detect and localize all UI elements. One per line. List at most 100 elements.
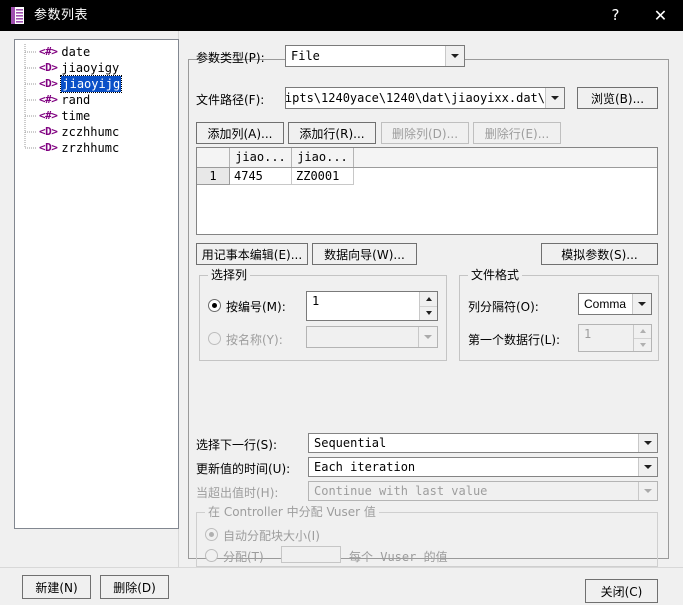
delimiter-value: Comma — [584, 297, 627, 311]
parameter-list-icon — [11, 7, 24, 24]
help-button[interactable]: ? — [593, 0, 638, 31]
footer-divider — [0, 567, 683, 568]
file-param-icon: <D> — [39, 77, 58, 90]
close-button[interactable]: 关闭(C) — [585, 579, 658, 603]
auto-block-size-radio — [205, 528, 218, 541]
add-row-button[interactable]: 添加行(R)... — [288, 122, 376, 144]
column-number-value[interactable]: 1 — [307, 292, 419, 320]
tree-connector-icon — [24, 140, 36, 149]
by-name-label: 按名称(Y): — [226, 333, 283, 347]
data-wizard-button[interactable]: 数据向导(W)... — [312, 243, 417, 265]
next-row-value: Sequential — [314, 436, 387, 450]
grid-column-header[interactable]: jiao... — [230, 148, 292, 167]
select-column-group-title: 选择列 — [208, 268, 251, 282]
stepper-up-icon — [634, 325, 651, 339]
window-title: 参数列表 — [34, 8, 89, 23]
numeric-param-icon: <#> — [39, 93, 58, 106]
by-number-label: 按编号(M): — [226, 300, 286, 314]
column-name-combo — [306, 326, 438, 348]
tree-item-label: jiaoyijg — [60, 75, 123, 93]
table-row[interactable]: 1 4745 ZZ0001 — [197, 168, 657, 185]
client-area: <#> date <D> jiaoyigy <D> jiaoyijg <#> rand <#> t… — [0, 31, 683, 605]
tree-item-label: time — [61, 109, 91, 123]
tree-item-label: jiaoyigy — [61, 61, 120, 75]
tree-item-zczhhumc[interactable]: <D> zczhhumc — [21, 124, 178, 140]
tree-item-label: zczhhumc — [61, 125, 120, 139]
delete-button[interactable]: 删除(D) — [100, 575, 169, 599]
row-number[interactable]: 1 — [197, 168, 230, 185]
chevron-down-icon[interactable] — [445, 46, 464, 66]
file-param-icon: <D> — [39, 141, 58, 154]
tree-connector-icon — [24, 60, 36, 76]
delimiter-label: 列分隔符(O): — [468, 300, 539, 314]
first-data-row-stepper: 1 — [578, 324, 652, 352]
file-path-combo[interactable]: \Gen\Scripts\1240yace\1240\dat\jiaoyixx.… — [285, 87, 565, 109]
chevron-down-icon[interactable] — [545, 88, 564, 108]
close-icon[interactable]: ✕ — [638, 0, 683, 31]
tree-connector-icon — [24, 108, 36, 124]
column-number-stepper[interactable]: 1 — [306, 291, 438, 321]
next-row-label: 选择下一行(S): — [196, 438, 278, 452]
file-format-group-title: 文件格式 — [468, 268, 523, 282]
chevron-down-icon[interactable] — [638, 434, 657, 452]
stepper-up-icon[interactable] — [420, 292, 437, 307]
tree-item-zrzhhumc[interactable]: <D> zrzhhumc — [21, 140, 178, 156]
chevron-down-icon[interactable] — [638, 458, 657, 476]
first-data-row-value: 1 — [584, 327, 592, 341]
file-param-icon: <D> — [39, 125, 58, 138]
tree-item-date[interactable]: <#> date — [21, 44, 178, 60]
controller-allocation-group: 在 Controller 中分配 Vuser 值 自动分配块大小(I) 分配(T… — [196, 505, 658, 567]
tree-item-label: date — [61, 45, 91, 59]
chevron-down-icon — [418, 327, 437, 347]
file-format-group: 文件格式 列分隔符(O): Comma 第一个数据行(L): 1 — [459, 268, 659, 361]
numeric-param-icon: <#> — [39, 109, 58, 122]
delete-column-button: 删除列(D)... — [381, 122, 469, 144]
delimiter-combo[interactable]: Comma — [578, 293, 652, 315]
update-value-value: Each iteration — [314, 460, 416, 474]
update-value-label: 更新值的时间(U): — [196, 462, 291, 476]
stepper-down-icon[interactable] — [420, 306, 437, 320]
param-type-label: 参数类型(P): — [196, 51, 265, 65]
file-path-value: \Gen\Scripts\1240yace\1240\dat\jiaoyixx.… — [286, 91, 545, 105]
new-button[interactable]: 新建(N) — [22, 575, 91, 599]
allocate-label: 分配(T) — [223, 550, 264, 564]
browse-button[interactable]: 浏览(B)... — [577, 87, 658, 109]
tree-item-jiaoyigy[interactable]: <D> jiaoyigy — [21, 60, 178, 76]
by-name-radio — [208, 332, 221, 345]
edit-with-notepad-button[interactable]: 用记事本编辑(E)... — [196, 243, 308, 265]
allocate-suffix-label: 每个 Vuser 的值 — [349, 550, 448, 564]
add-column-button[interactable]: 添加列(A)... — [196, 122, 284, 144]
when-out-of-values-combo: Continue with last value — [308, 481, 658, 501]
param-type-value: File — [291, 49, 320, 63]
tree-connector-icon — [24, 124, 36, 140]
parameter-data-grid[interactable]: jiao... jiao... 1 4745 ZZ0001 — [196, 147, 658, 235]
row-filler — [354, 168, 657, 185]
delete-row-button: 删除行(E)... — [473, 122, 561, 144]
when-out-of-values-label: 当超出值时(H): — [196, 486, 279, 500]
controller-allocation-group-title: 在 Controller 中分配 Vuser 值 — [205, 505, 379, 519]
chevron-down-icon[interactable] — [632, 294, 651, 314]
tree-item-time[interactable]: <#> time — [21, 108, 178, 124]
simulate-parameter-button[interactable]: 模拟参数(S)... — [541, 243, 658, 265]
update-value-combo[interactable]: Each iteration — [308, 457, 658, 477]
grid-corner — [197, 148, 230, 167]
tree-item-jiaoyijg[interactable]: <D> jiaoyijg — [21, 75, 178, 93]
param-type-combo[interactable]: File — [285, 45, 465, 67]
file-param-icon: <D> — [39, 61, 58, 74]
allocate-value-input — [281, 546, 341, 563]
first-data-row-label: 第一个数据行(L): — [468, 333, 561, 347]
stepper-buttons[interactable] — [419, 292, 437, 320]
numeric-param-icon: <#> — [39, 45, 58, 58]
by-number-radio[interactable] — [208, 299, 221, 312]
select-column-group: 选择列 按编号(M): 1 按名称(Y): — [199, 268, 447, 361]
allocate-radio — [205, 549, 218, 562]
chevron-down-icon — [638, 482, 657, 500]
grid-cell[interactable]: ZZ0001 — [292, 168, 354, 185]
tree-item-rand[interactable]: <#> rand — [21, 92, 178, 108]
grid-column-header[interactable]: jiao... — [292, 148, 354, 167]
tree-connector-icon — [24, 76, 36, 92]
grid-cell[interactable]: 4745 — [230, 168, 292, 185]
next-row-combo[interactable]: Sequential — [308, 433, 658, 453]
parameter-tree[interactable]: <#> date <D> jiaoyigy <D> jiaoyijg <#> rand <#> t… — [14, 39, 179, 529]
when-out-of-values-value: Continue with last value — [314, 484, 488, 498]
